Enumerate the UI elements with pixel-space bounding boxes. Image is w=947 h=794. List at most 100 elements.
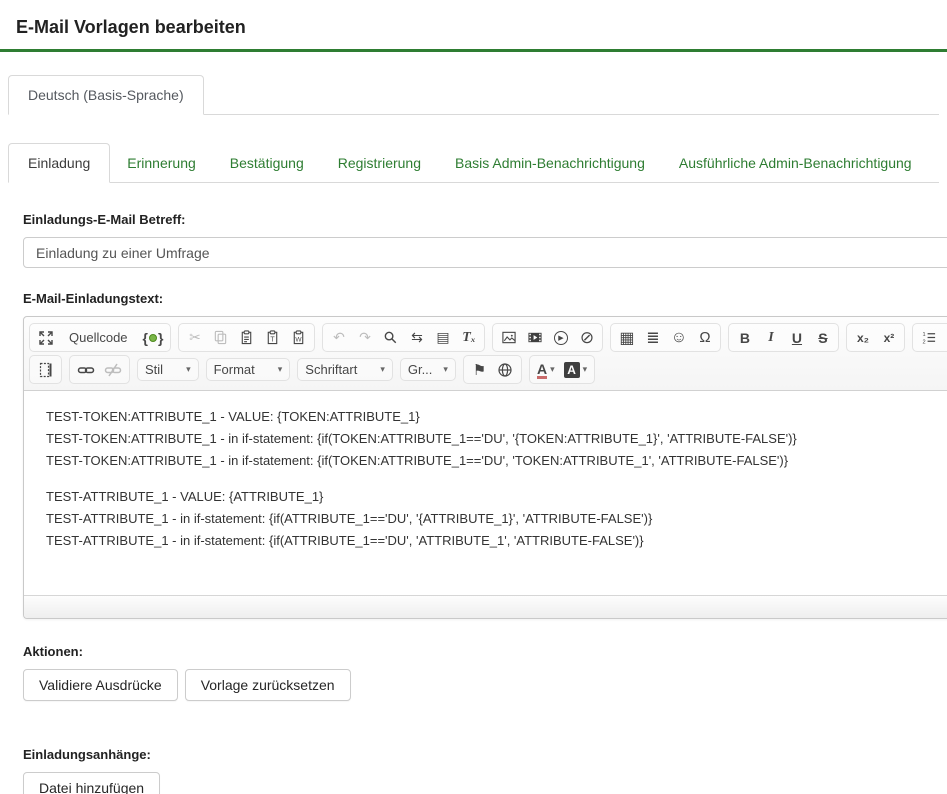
subscript-icon[interactable]: x₂ [850,326,875,349]
cut-icon[interactable]: ✂ [182,326,207,349]
tab-language-deutsch[interactable]: Deutsch (Basis-Sprache) [8,75,204,115]
lime-replacement-fields-icon[interactable]: {} [139,326,168,349]
remove-format-icon[interactable]: Tₓ [456,326,481,349]
bulleted-list-icon[interactable] [942,326,947,349]
attachments-label: Einladungsanhänge: [23,747,947,762]
chevron-down-icon: ▾ [380,364,385,375]
image-icon[interactable] [496,326,521,349]
bold-icon[interactable]: B [732,326,757,349]
tab-basis-admin-benachrichtigung[interactable]: Basis Admin-Benachrichtigung [438,144,662,182]
style-dropdown[interactable]: Stil ▾ [137,358,199,381]
numbered-list-icon[interactable]: 12 [916,326,941,349]
group-colors: A ▾ A ▾ [529,355,595,384]
media-embed-icon[interactable] [522,326,547,349]
editor-line: TEST-ATTRIBUTE_1 - VALUE: {ATTRIBUTE_1} [46,486,947,508]
paste-from-word-icon[interactable]: W [286,326,311,349]
reset-template-button[interactable]: Vorlage zurücksetzen [185,669,351,701]
language-tab-bar: Deutsch (Basis-Sprache) [8,74,939,115]
font-dropdown[interactable]: Schriftart ▾ [297,358,393,381]
group-clipboard: ✂ T W [178,323,315,352]
actions-button-row: Validiere Ausdrücke Vorlage zurücksetzen [23,669,947,701]
editor-line: TEST-TOKEN:ATTRIBUTE_1 - VALUE: {TOKEN:A… [46,406,947,428]
body-label: E-Mail-Einladungstext: [23,291,947,306]
background-color-icon: A [564,362,580,378]
anchor-flag-icon[interactable]: ⚑ [467,358,492,381]
replace-icon[interactable]: ⇆ [404,326,429,349]
find-icon[interactable] [378,326,403,349]
text-color-button[interactable]: A ▾ [533,358,559,381]
attachments-button-row: Datei hinzufügen [23,772,947,794]
paste-icon[interactable] [234,326,259,349]
select-all-icon[interactable]: ▤ [430,326,455,349]
toolbar-row-2: Stil ▾ Format ▾ Schriftart ▾ Gr... ▾ ⚑ [29,355,947,384]
table-icon[interactable]: ▦ [614,326,639,349]
page-title: E-Mail Vorlagen bearbeiten [16,17,931,38]
svg-text:W: W [296,337,303,344]
style-dropdown-label: Stil [145,362,163,377]
smiley-icon[interactable]: ☺ [666,326,691,349]
group-anchor-language: ⚑ [463,355,522,384]
background-color-button[interactable]: A ▾ [560,358,592,381]
div-container-icon[interactable] [33,358,58,381]
group-undo-find: ↶ ↷ ⇆ ▤ Tₓ [322,323,485,352]
format-dropdown-label: Format [214,362,255,377]
page-header: E-Mail Vorlagen bearbeiten [0,0,947,52]
link-icon[interactable] [73,358,99,381]
editor-line: TEST-TOKEN:ATTRIBUTE_1 - in if-statement… [46,450,947,472]
tab-registrierung[interactable]: Registrierung [321,144,438,182]
redo-icon[interactable]: ↷ [352,326,377,349]
chevron-down-icon: ▾ [583,364,588,375]
editor-content[interactable]: TEST-TOKEN:ATTRIBUTE_1 - VALUE: {TOKEN:A… [24,391,947,595]
tab-einladung-label: Einladung [28,155,90,171]
format-dropdown[interactable]: Format ▾ [206,358,291,381]
token-test-paragraph: TEST-TOKEN:ATTRIBUTE_1 - VALUE: {TOKEN:A… [46,406,947,472]
italic-icon[interactable]: I [758,326,783,349]
editor-toolbar: Quellcode {} ✂ T [24,317,947,391]
group-links [69,355,130,384]
tab-bestaetigung[interactable]: Bestätigung [213,144,321,182]
toolbar-row-1: Quellcode {} ✂ T [29,323,947,352]
paste-as-text-icon[interactable]: T [260,326,285,349]
group-media: ▶ ⊘ [492,323,603,352]
group-div [29,355,62,384]
editor-line: TEST-TOKEN:ATTRIBUTE_1 - in if-statement… [46,428,947,450]
actions-section: Aktionen: Validiere Ausdrücke Vorlage zu… [23,644,947,701]
oembed-play-icon[interactable]: ▶ [548,326,573,349]
attribute-test-paragraph: TEST-ATTRIBUTE_1 - VALUE: {ATTRIBUTE_1} … [46,486,947,552]
svg-text:1: 1 [922,332,925,338]
source-code-button[interactable]: Quellcode [59,326,138,349]
copy-icon[interactable] [208,326,233,349]
group-script: x₂ x² [846,323,905,352]
invitation-tab-pane: Einladungs-E-Mail Betreff: E-Mail-Einlad… [0,183,947,794]
tab-language-label: Deutsch (Basis-Sprache) [28,87,184,103]
font-dropdown-label: Schriftart [305,362,357,377]
undo-icon[interactable]: ↶ [326,326,351,349]
group-basic-styles: B I U S [728,323,839,352]
group-lists: 12 [912,323,947,352]
unlink-icon[interactable] [100,358,126,381]
size-dropdown-label: Gr... [408,362,433,377]
strikethrough-icon[interactable]: S [810,326,835,349]
underline-icon[interactable]: U [784,326,809,349]
chevron-down-icon: ▾ [186,364,191,375]
special-char-icon[interactable]: Ω [692,326,717,349]
subject-label: Einladungs-E-Mail Betreff: [23,212,947,227]
svg-text:T: T [271,337,276,344]
validate-expressions-button[interactable]: Validiere Ausdrücke [23,669,178,701]
tab-erinnerung[interactable]: Erinnerung [110,144,213,182]
horizontal-line-icon[interactable]: ≣ [640,326,665,349]
actions-label: Aktionen: [23,644,947,659]
chevron-down-icon: ▾ [278,364,283,375]
size-dropdown[interactable]: Gr... ▾ [400,358,456,381]
tab-einladung[interactable]: Einladung [8,143,110,183]
subject-input[interactable] [23,237,947,268]
flash-icon[interactable]: ⊘ [574,326,599,349]
add-file-button[interactable]: Datei hinzufügen [23,772,160,794]
superscript-icon[interactable]: x² [876,326,901,349]
editor-bottom-bar [24,595,947,618]
maximize-icon[interactable] [33,326,58,349]
tab-ausfuehrliche-admin-benachrichtigung[interactable]: Ausführliche Admin-Benachrichtigung [662,144,929,182]
language-globe-icon[interactable] [493,358,518,381]
text-color-icon: A [537,362,547,379]
page-root: { "page": { "title": "E-Mail Vorlagen be… [0,0,947,794]
